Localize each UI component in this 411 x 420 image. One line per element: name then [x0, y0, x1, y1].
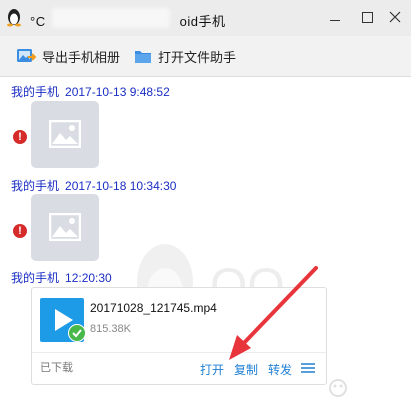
- open-file-assistant-button[interactable]: 打开文件助手: [134, 46, 236, 66]
- file-status: 已下载: [40, 362, 73, 374]
- sender-name: 我的手机: [11, 179, 60, 193]
- message-time: 12:20:30: [65, 271, 112, 285]
- toolbar: 导出手机相册 打开文件助手: [0, 36, 411, 77]
- check-icon: [68, 324, 86, 342]
- export-album-button[interactable]: 导出手机相册: [16, 46, 120, 66]
- message-time: 2017-10-18 10:34:30: [65, 179, 177, 193]
- close-icon: [389, 11, 401, 23]
- open-file-link[interactable]: 打开: [200, 361, 224, 378]
- folder-icon: [135, 51, 151, 63]
- window-title-prefix: °C: [30, 14, 46, 29]
- qq-penguin-icon: [7, 9, 21, 27]
- error-icon[interactable]: !: [13, 224, 27, 238]
- copy-file-link[interactable]: 复制: [234, 361, 258, 378]
- message-header-3: 我的手机 12:20:30: [11, 269, 118, 286]
- window-title-suffix: oid手机: [179, 14, 226, 29]
- image-placeholder-icon: [49, 213, 81, 241]
- window-title: °C oid手机: [30, 11, 225, 30]
- image-thumbnail-2[interactable]: [31, 194, 99, 261]
- file-name: 20171028_121745.mp4: [90, 301, 217, 315]
- export-album-label: 导出手机相册: [42, 49, 121, 65]
- image-placeholder-icon: [49, 120, 81, 148]
- message-time: 2017-10-13 9:48:52: [65, 85, 170, 99]
- minimize-button[interactable]: [326, 8, 344, 26]
- close-button[interactable]: [386, 8, 404, 26]
- message-header-2: 我的手机 2017-10-18 10:34:30: [11, 177, 182, 194]
- message-header-1: 我的手机 2017-10-13 9:48:52: [11, 83, 176, 100]
- error-icon[interactable]: !: [13, 130, 27, 144]
- file-size: 815.38K: [90, 323, 131, 335]
- export-album-icon: [17, 49, 36, 62]
- image-thumbnail-1[interactable]: [31, 101, 99, 168]
- sender-name: 我的手机: [11, 271, 60, 285]
- maximize-button[interactable]: [358, 8, 376, 26]
- corner-watermark: [329, 379, 347, 397]
- open-file-assistant-label: 打开文件助手: [158, 49, 237, 65]
- divider: [32, 352, 326, 353]
- sender-name: 我的手机: [11, 85, 60, 99]
- title-bar: °C oid手机: [0, 0, 411, 36]
